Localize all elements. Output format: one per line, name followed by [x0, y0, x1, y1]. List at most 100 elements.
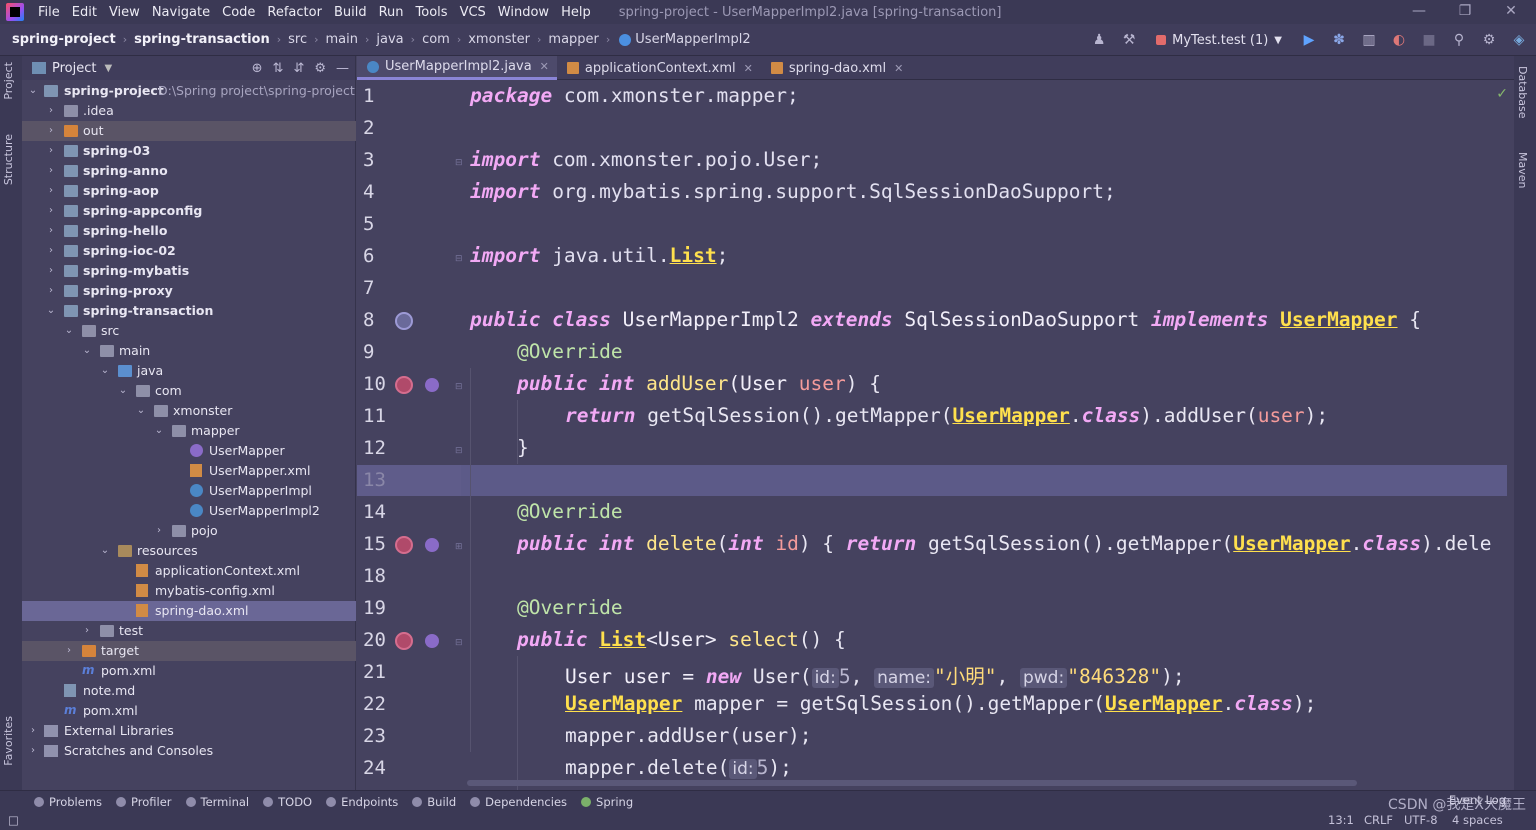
debug-icon[interactable]: ✽ [1328, 29, 1350, 51]
implements-method-icon[interactable] [425, 538, 439, 552]
tree-item[interactable]: › spring-proxy [22, 281, 356, 301]
tree-item[interactable]: › spring-03 [22, 141, 356, 161]
line-separator[interactable]: CRLF [1364, 813, 1393, 827]
coverage-icon[interactable]: ▥ [1358, 29, 1380, 51]
implements-method-icon[interactable] [425, 634, 439, 648]
run-configuration-select[interactable]: MyTest.test (1) ▼ [1148, 28, 1290, 52]
implements-method-icon[interactable] [425, 378, 439, 392]
menu-file[interactable]: File [32, 5, 66, 20]
chevron-right-icon[interactable]: › [154, 521, 164, 541]
tree-item[interactable]: ⌄ spring-project D:\Spring project\sprin… [22, 81, 356, 101]
tree-item[interactable]: › External Libraries [22, 721, 356, 741]
tree-item[interactable]: › spring-appconfig [22, 201, 356, 221]
chevron-right-icon[interactable]: › [46, 141, 56, 161]
chevron-right-icon[interactable]: › [28, 741, 38, 761]
plugin-icon[interactable]: ◈ [1508, 29, 1530, 51]
build-hammer-icon[interactable]: ⚒ [1118, 29, 1140, 51]
chevron-right-icon[interactable]: › [64, 641, 74, 661]
window-layout-icon[interactable]: □ [8, 813, 19, 827]
tree-item[interactable]: › spring-hello [22, 221, 356, 241]
todo-tool-button[interactable]: TODO [263, 795, 312, 809]
profiler-tool-button[interactable]: Profiler [116, 795, 172, 809]
code-editor[interactable]: 1 2 3 4 5 6 7 8 9 10 11 12 13 14 15 18 1… [357, 80, 1514, 790]
override-method-icon[interactable] [395, 536, 413, 554]
fold-icon[interactable]: ⊟ [455, 158, 463, 168]
indent-setting[interactable]: 4 spaces [1452, 813, 1503, 827]
project-panel-title[interactable]: Project [52, 61, 96, 76]
chevron-right-icon[interactable]: › [46, 181, 56, 201]
run-icon[interactable]: ▶ [1298, 29, 1320, 51]
inspection-ok-icon[interactable]: ✓ [1496, 86, 1508, 102]
tree-item[interactable]: › Scratches and Consoles [22, 741, 356, 761]
structure-tool-tab[interactable]: Structure [2, 134, 15, 185]
tree-item[interactable]: ⌄ resources [22, 541, 356, 561]
tab-usermapperimpl2[interactable]: UserMapperImpl2.java ✕ [357, 56, 557, 80]
chevron-right-icon[interactable]: › [46, 261, 56, 281]
user-icon[interactable]: ♟ [1088, 29, 1110, 51]
chevron-down-icon[interactable]: ⌄ [154, 421, 164, 441]
collapse-all-icon[interactable]: ⇵ [293, 61, 304, 76]
tree-item[interactable]: ⌄ main [22, 341, 356, 361]
gear-icon[interactable]: ⚙ [1478, 29, 1500, 51]
tree-item[interactable]: ⌄ spring-transaction [22, 301, 356, 321]
fold-icon[interactable]: ⊟ [455, 254, 463, 264]
close-icon[interactable]: ✕ [894, 62, 903, 75]
fold-icon[interactable]: ⊟ [455, 638, 463, 648]
dependencies-tool-button[interactable]: Dependencies [470, 795, 567, 809]
chevron-down-icon[interactable]: ⌄ [136, 401, 146, 421]
breadcrumb-module[interactable]: spring-transaction [128, 32, 276, 47]
close-icon[interactable]: ✕ [1488, 0, 1534, 24]
tree-item[interactable]: m pom.xml [22, 661, 356, 681]
menu-tools[interactable]: Tools [410, 5, 454, 20]
tree-item[interactable]: › spring-anno [22, 161, 356, 181]
chevron-down-icon[interactable]: ⌄ [100, 541, 110, 561]
tree-item[interactable]: › pojo [22, 521, 356, 541]
file-encoding[interactable]: UTF-8 [1404, 813, 1438, 827]
tree-item[interactable]: ⌄ xmonster [22, 401, 356, 421]
horizontal-scrollbar[interactable] [467, 780, 1357, 786]
tree-item[interactable]: › .idea [22, 101, 356, 121]
chevron-right-icon[interactable]: › [46, 161, 56, 181]
search-icon[interactable]: ⚲ [1448, 29, 1470, 51]
menu-vcs[interactable]: VCS [454, 5, 492, 20]
spring-tool-button[interactable]: Spring [581, 795, 633, 809]
menu-code[interactable]: Code [216, 5, 261, 20]
tree-item[interactable]: › spring-mybatis [22, 261, 356, 281]
tree-item[interactable]: › test [22, 621, 356, 641]
chevron-right-icon[interactable]: › [46, 101, 56, 121]
tree-item[interactable]: › spring-ioc-02 [22, 241, 356, 261]
chevron-right-icon[interactable]: › [46, 201, 56, 221]
tab-spring-dao[interactable]: spring-dao.xml ✕ [761, 56, 911, 80]
breadcrumb-class[interactable]: UserMapperImpl2 [635, 32, 756, 47]
override-method-icon[interactable] [395, 376, 413, 394]
breadcrumb-xmonster[interactable]: xmonster [462, 32, 536, 47]
locate-icon[interactable]: ⊕ [252, 61, 263, 76]
tree-item[interactable]: › target [22, 641, 356, 661]
tree-item[interactable]: › spring-aop [22, 181, 356, 201]
project-tool-tab[interactable]: Project [2, 62, 15, 100]
tree-item[interactable]: ⌄ com [22, 381, 356, 401]
chevron-down-icon[interactable]: ⌄ [100, 361, 110, 381]
chevron-down-icon[interactable]: ⌄ [64, 321, 74, 341]
chevron-down-icon[interactable]: ⌄ [28, 81, 38, 101]
tree-item[interactable]: mybatis-config.xml [22, 581, 356, 601]
hide-icon[interactable]: — [336, 61, 349, 76]
menu-refactor[interactable]: Refactor [261, 5, 328, 20]
caret-position[interactable]: 13:1 [1328, 813, 1354, 827]
stop-icon[interactable]: ■ [1418, 29, 1440, 51]
breadcrumb-java[interactable]: java [370, 32, 409, 47]
tab-applicationcontext[interactable]: applicationContext.xml ✕ [557, 56, 761, 80]
chevron-right-icon[interactable]: › [46, 121, 56, 141]
tree-item[interactable]: › out [22, 121, 356, 141]
problems-tool-button[interactable]: Problems [34, 795, 102, 809]
menu-view[interactable]: View [103, 5, 146, 20]
fold-icon[interactable]: ⊟ [455, 382, 463, 392]
tree-item[interactable]: spring-dao.xml [22, 601, 356, 621]
expand-all-icon[interactable]: ⇅ [273, 61, 284, 76]
tree-item[interactable]: UserMapper.xml [22, 461, 356, 481]
chevron-down-icon[interactable]: ⌄ [82, 341, 92, 361]
close-icon[interactable]: ✕ [744, 62, 753, 75]
override-method-icon[interactable] [395, 632, 413, 650]
chevron-down-icon[interactable]: ⌄ [118, 381, 128, 401]
fold-icon[interactable]: ⊞ [455, 542, 463, 552]
